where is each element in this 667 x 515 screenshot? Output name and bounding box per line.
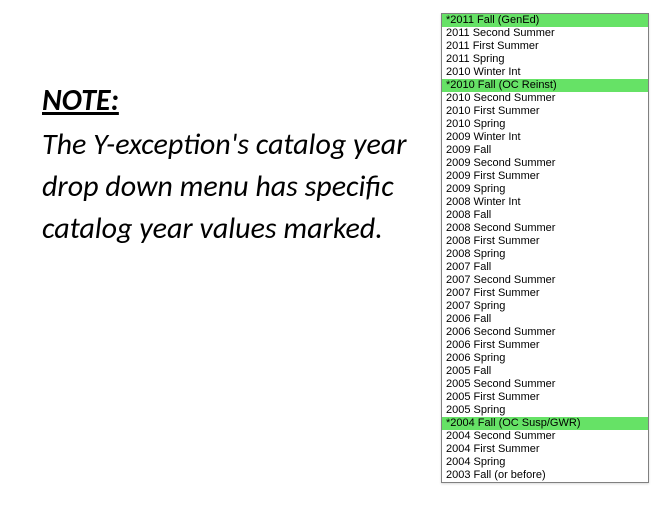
catalog-year-option[interactable]: 2007 Fall: [442, 261, 648, 274]
catalog-year-option[interactable]: 2008 First Summer: [442, 235, 648, 248]
catalog-year-option[interactable]: *2004 Fall (OC Susp/GWR): [442, 417, 648, 430]
catalog-year-option[interactable]: 2007 Spring: [442, 300, 648, 313]
catalog-year-option[interactable]: 2008 Second Summer: [442, 222, 648, 235]
catalog-year-option[interactable]: 2005 Spring: [442, 404, 648, 417]
catalog-year-option[interactable]: *2011 Fall (GenEd): [442, 14, 648, 27]
catalog-year-option[interactable]: 2006 Fall: [442, 313, 648, 326]
note-body: The Y-exception's catalog year drop down…: [42, 124, 422, 250]
slide-stage: NOTE: The Y-exception's catalog year dro…: [0, 0, 667, 515]
catalog-year-option[interactable]: 2004 Second Summer: [442, 430, 648, 443]
catalog-year-option[interactable]: 2004 Spring: [442, 456, 648, 469]
catalog-year-option[interactable]: 2006 Second Summer: [442, 326, 648, 339]
catalog-year-dropdown[interactable]: *2011 Fall (GenEd)2011 Second Summer2011…: [441, 13, 649, 483]
catalog-year-option[interactable]: 2005 First Summer: [442, 391, 648, 404]
catalog-year-option[interactable]: 2007 First Summer: [442, 287, 648, 300]
catalog-year-option[interactable]: 2010 Spring: [442, 118, 648, 131]
catalog-year-option[interactable]: 2003 Fall (or before): [442, 469, 648, 482]
catalog-year-option[interactable]: 2011 First Summer: [442, 40, 648, 53]
catalog-year-option[interactable]: 2005 Fall: [442, 365, 648, 378]
note-block: NOTE: The Y-exception's catalog year dro…: [42, 80, 422, 250]
catalog-year-option[interactable]: 2010 Winter Int: [442, 66, 648, 79]
catalog-year-option[interactable]: 2008 Winter Int: [442, 196, 648, 209]
catalog-year-option[interactable]: 2007 Second Summer: [442, 274, 648, 287]
catalog-year-option[interactable]: 2010 First Summer: [442, 105, 648, 118]
catalog-year-option[interactable]: 2009 Spring: [442, 183, 648, 196]
catalog-year-option[interactable]: 2004 First Summer: [442, 443, 648, 456]
catalog-year-option[interactable]: *2010 Fall (OC Reinst): [442, 79, 648, 92]
catalog-year-option[interactable]: 2009 Fall: [442, 144, 648, 157]
catalog-year-option[interactable]: 2011 Spring: [442, 53, 648, 66]
catalog-year-option[interactable]: 2009 Winter Int: [442, 131, 648, 144]
catalog-year-option[interactable]: 2006 First Summer: [442, 339, 648, 352]
catalog-year-option[interactable]: 2009 Second Summer: [442, 157, 648, 170]
catalog-year-option[interactable]: 2008 Spring: [442, 248, 648, 261]
catalog-year-option[interactable]: 2005 Second Summer: [442, 378, 648, 391]
catalog-year-option[interactable]: 2011 Second Summer: [442, 27, 648, 40]
catalog-year-option[interactable]: 2006 Spring: [442, 352, 648, 365]
catalog-year-option[interactable]: 2009 First Summer: [442, 170, 648, 183]
catalog-year-option[interactable]: 2008 Fall: [442, 209, 648, 222]
catalog-year-option[interactable]: 2010 Second Summer: [442, 92, 648, 105]
note-heading: NOTE:: [42, 80, 422, 122]
